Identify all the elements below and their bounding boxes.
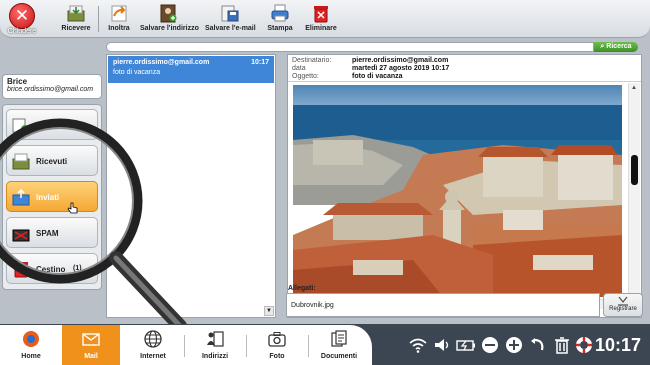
close-label: Chiudere [7, 28, 37, 35]
dock-internet[interactable]: Internet [124, 325, 182, 365]
folder-spam[interactable]: SPAM [6, 217, 98, 248]
close-icon: ✕ [9, 3, 35, 29]
sent-icon [12, 188, 30, 206]
recipient-label: Destinatario: [292, 57, 332, 64]
date-label: data [292, 65, 306, 72]
search-input[interactable] [106, 42, 594, 52]
camera-icon [268, 332, 286, 347]
dock-home[interactable]: Home [2, 325, 60, 365]
clock: 10:17 [595, 335, 642, 355]
save-email-button[interactable]: Salvare l'e-mail [205, 3, 256, 36]
subject-value: foto di vacanza [352, 73, 403, 80]
date-value: martedì 27 agosto 2019 10:17 [352, 65, 450, 72]
folder-trash[interactable]: Cestino (1) [6, 253, 98, 284]
folder-sent[interactable]: Inviati [6, 181, 98, 214]
scroll-down-arrow[interactable]: ▼ [264, 306, 274, 316]
dock-photos[interactable]: Foto [248, 325, 306, 365]
documents-icon [331, 330, 347, 347]
spam-icon [12, 229, 30, 242]
trash-icon [14, 262, 28, 278]
help-lifebuoy-icon[interactable] [574, 335, 594, 355]
globe-icon [144, 330, 162, 348]
folder-sent-label: Inviati [36, 193, 60, 202]
print-button[interactable]: Stampa [266, 3, 294, 36]
folder-trash-label: Cestino [36, 265, 66, 274]
save-attachment-label: Registrare [609, 306, 637, 312]
attachment-file[interactable]: Dubrovnik.jpg [291, 302, 334, 309]
home-icon [23, 331, 39, 347]
zoom-out-icon[interactable] [480, 335, 500, 355]
mail-icon [82, 333, 100, 346]
vertical-scrollbar[interactable]: ▲ [628, 83, 640, 309]
inbox-icon [12, 153, 30, 170]
forward-icon [111, 5, 127, 22]
search-button[interactable]: ⌕ Ricerca [594, 42, 638, 52]
message-list: pierre.ordissimo@gmail.com 10:17 foto di… [106, 54, 276, 318]
battery-charging-icon [456, 340, 475, 351]
trash-icon [314, 6, 328, 23]
wifi-icon[interactable] [408, 335, 428, 355]
message-subject: foto di vacanza [113, 69, 161, 76]
folder-inbox[interactable]: Ricevuti [6, 145, 98, 176]
folder-compose-label: Scrivere [36, 121, 68, 130]
folder-spam-label: SPAM [36, 229, 59, 238]
save-address-button[interactable]: Salvare l'indirizzo [140, 3, 199, 36]
attached-photo [293, 85, 622, 297]
search-icon: ⌕ [600, 43, 605, 50]
close-button[interactable]: ✕ Chiudere [2, 1, 42, 37]
contacts-icon [207, 331, 224, 347]
message-sender: pierre.ordissimo@gmail.com [113, 59, 210, 66]
delete-button[interactable]: Eliminare [303, 3, 339, 36]
receive-icon [67, 5, 85, 22]
dock-apps: Home Mail Internet Indirizzi Foto Docume… [0, 325, 372, 365]
folder-compose[interactable]: Scrivere [6, 109, 98, 140]
volume-icon[interactable] [432, 335, 452, 355]
vertical-scroll-thumb[interactable] [631, 155, 638, 185]
dock-mail[interactable]: Mail [62, 325, 120, 365]
folder-inbox-label: Ricevuti [36, 157, 68, 166]
save-icon [618, 296, 628, 306]
save-attachment-button[interactable]: Registrare [603, 293, 643, 317]
hand-cursor-icon [67, 202, 78, 214]
recipient-value: pierre.ordissimo@gmail.com [352, 57, 449, 64]
attachments-label: Allegati: [288, 285, 316, 292]
compose-icon [12, 118, 29, 133]
trash-icon[interactable] [552, 335, 572, 355]
attachment-list: Dubrovnik.jpg [286, 293, 600, 317]
list-item[interactable]: pierre.ordissimo@gmail.com 10:17 foto di… [108, 56, 274, 83]
top-toolbar: ✕ Chiudere Ricevere Inoltra Salvare l'in… [0, 0, 650, 38]
dock-contacts[interactable]: Indirizzi [186, 325, 244, 365]
undo-icon[interactable] [528, 335, 548, 355]
receive-button[interactable]: Ricevere [56, 3, 96, 36]
scroll-up-arrow[interactable]: ▲ [631, 85, 637, 91]
user-name: Brice [7, 77, 28, 86]
printer-icon [271, 4, 289, 22]
message-time: 10:17 [251, 59, 269, 66]
reading-pane: Destinatario: pierre.ordissimo@gmail.com… [287, 54, 642, 318]
forward-button[interactable]: Inoltra [104, 3, 134, 36]
zoom-in-icon[interactable] [504, 335, 524, 355]
folder-trash-count: (1) [73, 265, 82, 272]
user-email: brice.ordissimo@gmail.com [7, 86, 94, 93]
address-book-icon [160, 4, 177, 23]
search-button-label: Ricerca [606, 43, 632, 50]
dock-documents[interactable]: Documenti [310, 325, 368, 365]
folder-list: Scrivere Ricevuti Inviati SPAM Cestino (… [2, 104, 102, 290]
user-account-box: Brice brice.ordissimo@gmail.com [2, 74, 102, 99]
subject-label: Oggetto: [292, 73, 319, 80]
save-email-icon [221, 5, 239, 22]
